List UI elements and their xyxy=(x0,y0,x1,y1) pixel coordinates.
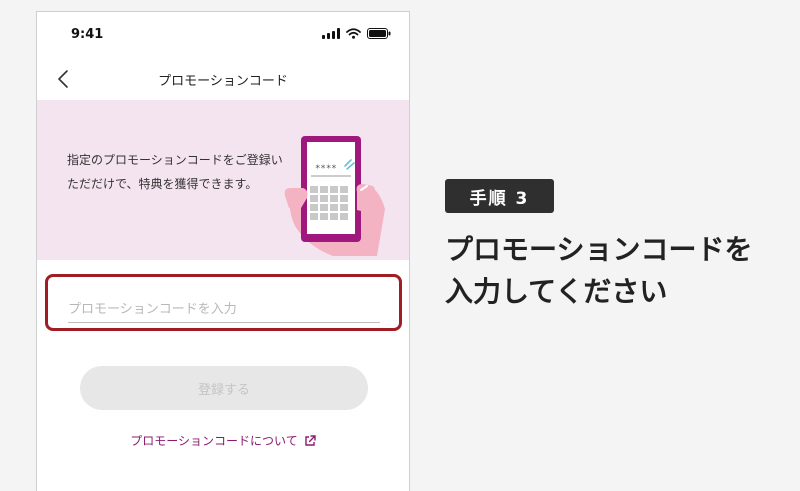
battery-icon xyxy=(367,28,391,39)
external-link-icon xyxy=(305,434,316,446)
step-badge: 手順 3 xyxy=(445,179,554,213)
promo-code-info-link[interactable]: プロモーションコードについて xyxy=(37,432,409,449)
code-input-highlight xyxy=(45,274,402,331)
step-instruction: プロモーションコードを 入力してください xyxy=(445,229,785,313)
promo-link-label: プロモーションコードについて xyxy=(130,434,298,448)
step-instruction-line-2: 入力してください xyxy=(445,275,668,308)
register-button[interactable]: 登録する xyxy=(80,366,368,410)
wifi-icon xyxy=(346,28,361,39)
status-icons xyxy=(322,28,391,39)
status-time: 9:41 xyxy=(71,27,104,42)
banner-line-2: ただだけで、特典を獲得できます。 xyxy=(67,177,258,191)
promo-code-input[interactable] xyxy=(68,297,380,323)
signal-icon xyxy=(322,28,340,39)
step-instruction-line-1: プロモーションコードを xyxy=(445,233,753,266)
banner-description: 指定のプロモーションコードをご登録い ただだけで、特典を獲得できます。 xyxy=(67,148,287,196)
page-title: プロモーションコード xyxy=(158,74,288,89)
phone-in-hand-icon: **** xyxy=(284,136,385,256)
nav-bar: プロモーションコード xyxy=(37,58,409,100)
phone-screen: 9:41 プロモーションコード 指定のプロモーションコードをご登録い ただだけで… xyxy=(36,11,410,491)
banner-line-1: 指定のプロモーションコードをご登録い xyxy=(67,153,283,167)
promo-banner: 指定のプロモーションコードをご登録い ただだけで、特典を獲得できます。 **** xyxy=(37,100,409,260)
svg-text:****: **** xyxy=(315,164,337,174)
status-bar: 9:41 xyxy=(37,12,409,58)
